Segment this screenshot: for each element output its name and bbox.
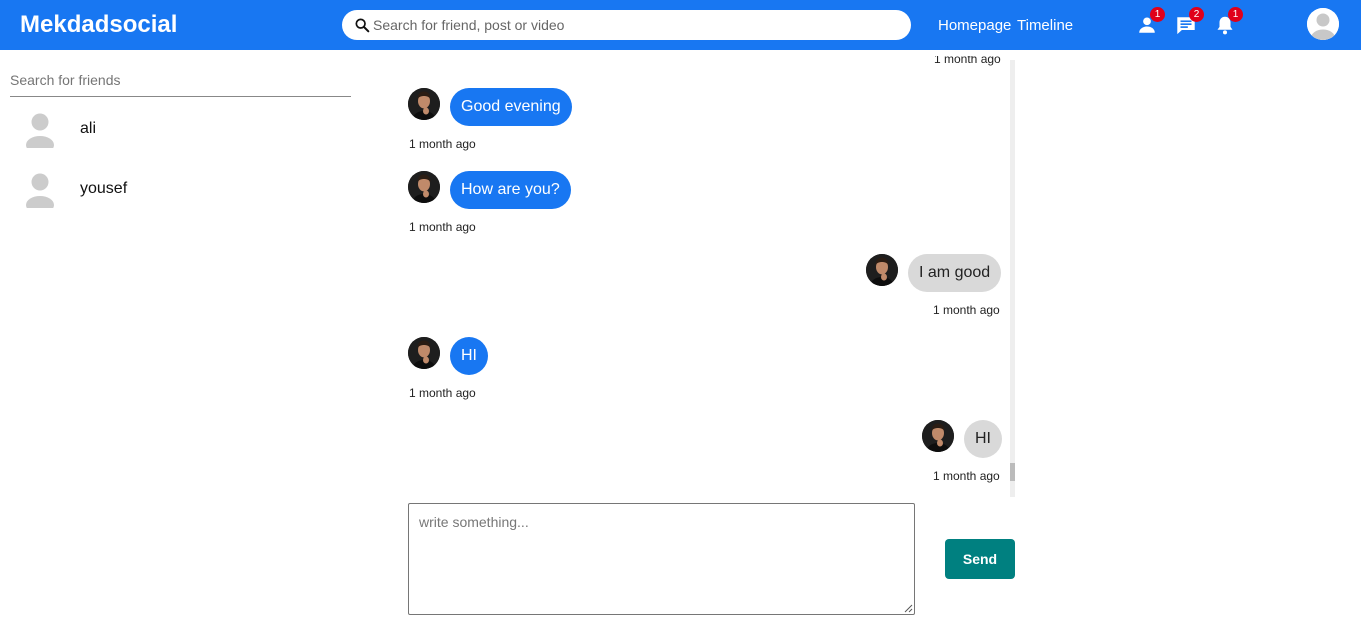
nav-timeline-link[interactable]: Timeline — [1017, 17, 1073, 34]
search-icon — [355, 18, 370, 33]
user-photo-icon — [866, 254, 898, 286]
message-timestamp: 1 month ago — [933, 303, 1000, 317]
app-logo[interactable]: Mekdadsocial — [20, 11, 177, 39]
profile-avatar[interactable] — [1307, 8, 1339, 40]
global-search[interactable] — [342, 10, 911, 40]
sender-avatar[interactable] — [408, 337, 440, 369]
messages-button[interactable]: 2 — [1175, 7, 1204, 37]
message-bubble-outgoing: I am good — [908, 254, 1002, 292]
own-avatar[interactable] — [922, 420, 954, 452]
friend-name: yousef — [80, 180, 128, 197]
chat-scrollbar-track[interactable] — [1010, 60, 1015, 497]
message-timestamp: 1 month ago — [409, 137, 476, 151]
friend-requests-button[interactable]: 1 — [1136, 7, 1165, 37]
friend-item-ali[interactable]: ali — [20, 108, 350, 158]
notifications-button[interactable]: 1 — [1214, 7, 1243, 37]
resize-handle-icon[interactable] — [904, 604, 913, 613]
user-photo-icon — [408, 337, 440, 369]
user-photo-icon — [922, 420, 954, 452]
default-avatar-icon — [1307, 8, 1339, 40]
message-bubble-outgoing: HI — [964, 420, 1002, 458]
messages-badge: 2 — [1189, 7, 1204, 22]
send-button[interactable]: Send — [945, 539, 1015, 579]
chat-scrollbar-thumb[interactable] — [1010, 463, 1015, 481]
user-photo-icon — [408, 171, 440, 203]
message-timestamp: 1 month ago — [933, 469, 1000, 483]
sender-avatar[interactable] — [408, 171, 440, 203]
message-bubble-incoming: How are you? — [450, 171, 571, 209]
friend-requests-badge: 1 — [1150, 7, 1165, 22]
default-avatar-icon — [26, 173, 54, 208]
user-photo-icon — [408, 88, 440, 120]
friends-search[interactable] — [10, 62, 351, 97]
sender-avatar[interactable] — [408, 88, 440, 120]
message-bubble-incoming: Good evening — [450, 88, 572, 126]
friend-name: ali — [80, 120, 97, 137]
global-search-input[interactable] — [373, 14, 893, 36]
friend-item-yousef[interactable]: yousef — [20, 168, 350, 218]
friends-search-input[interactable] — [10, 70, 340, 90]
own-avatar[interactable] — [866, 254, 898, 286]
default-avatar-icon — [26, 113, 54, 148]
message-input[interactable] — [408, 503, 915, 615]
message-bubble-incoming: HI — [450, 337, 488, 375]
notifications-badge: 1 — [1228, 7, 1243, 22]
message-timestamp: 1 month ago — [409, 386, 476, 400]
message-timestamp: 1 month ago — [409, 220, 476, 234]
top-bar: Mekdadsocial Homepage Timeline 1 2 1 — [0, 0, 1361, 50]
nav-homepage-link[interactable]: Homepage — [938, 17, 1011, 34]
